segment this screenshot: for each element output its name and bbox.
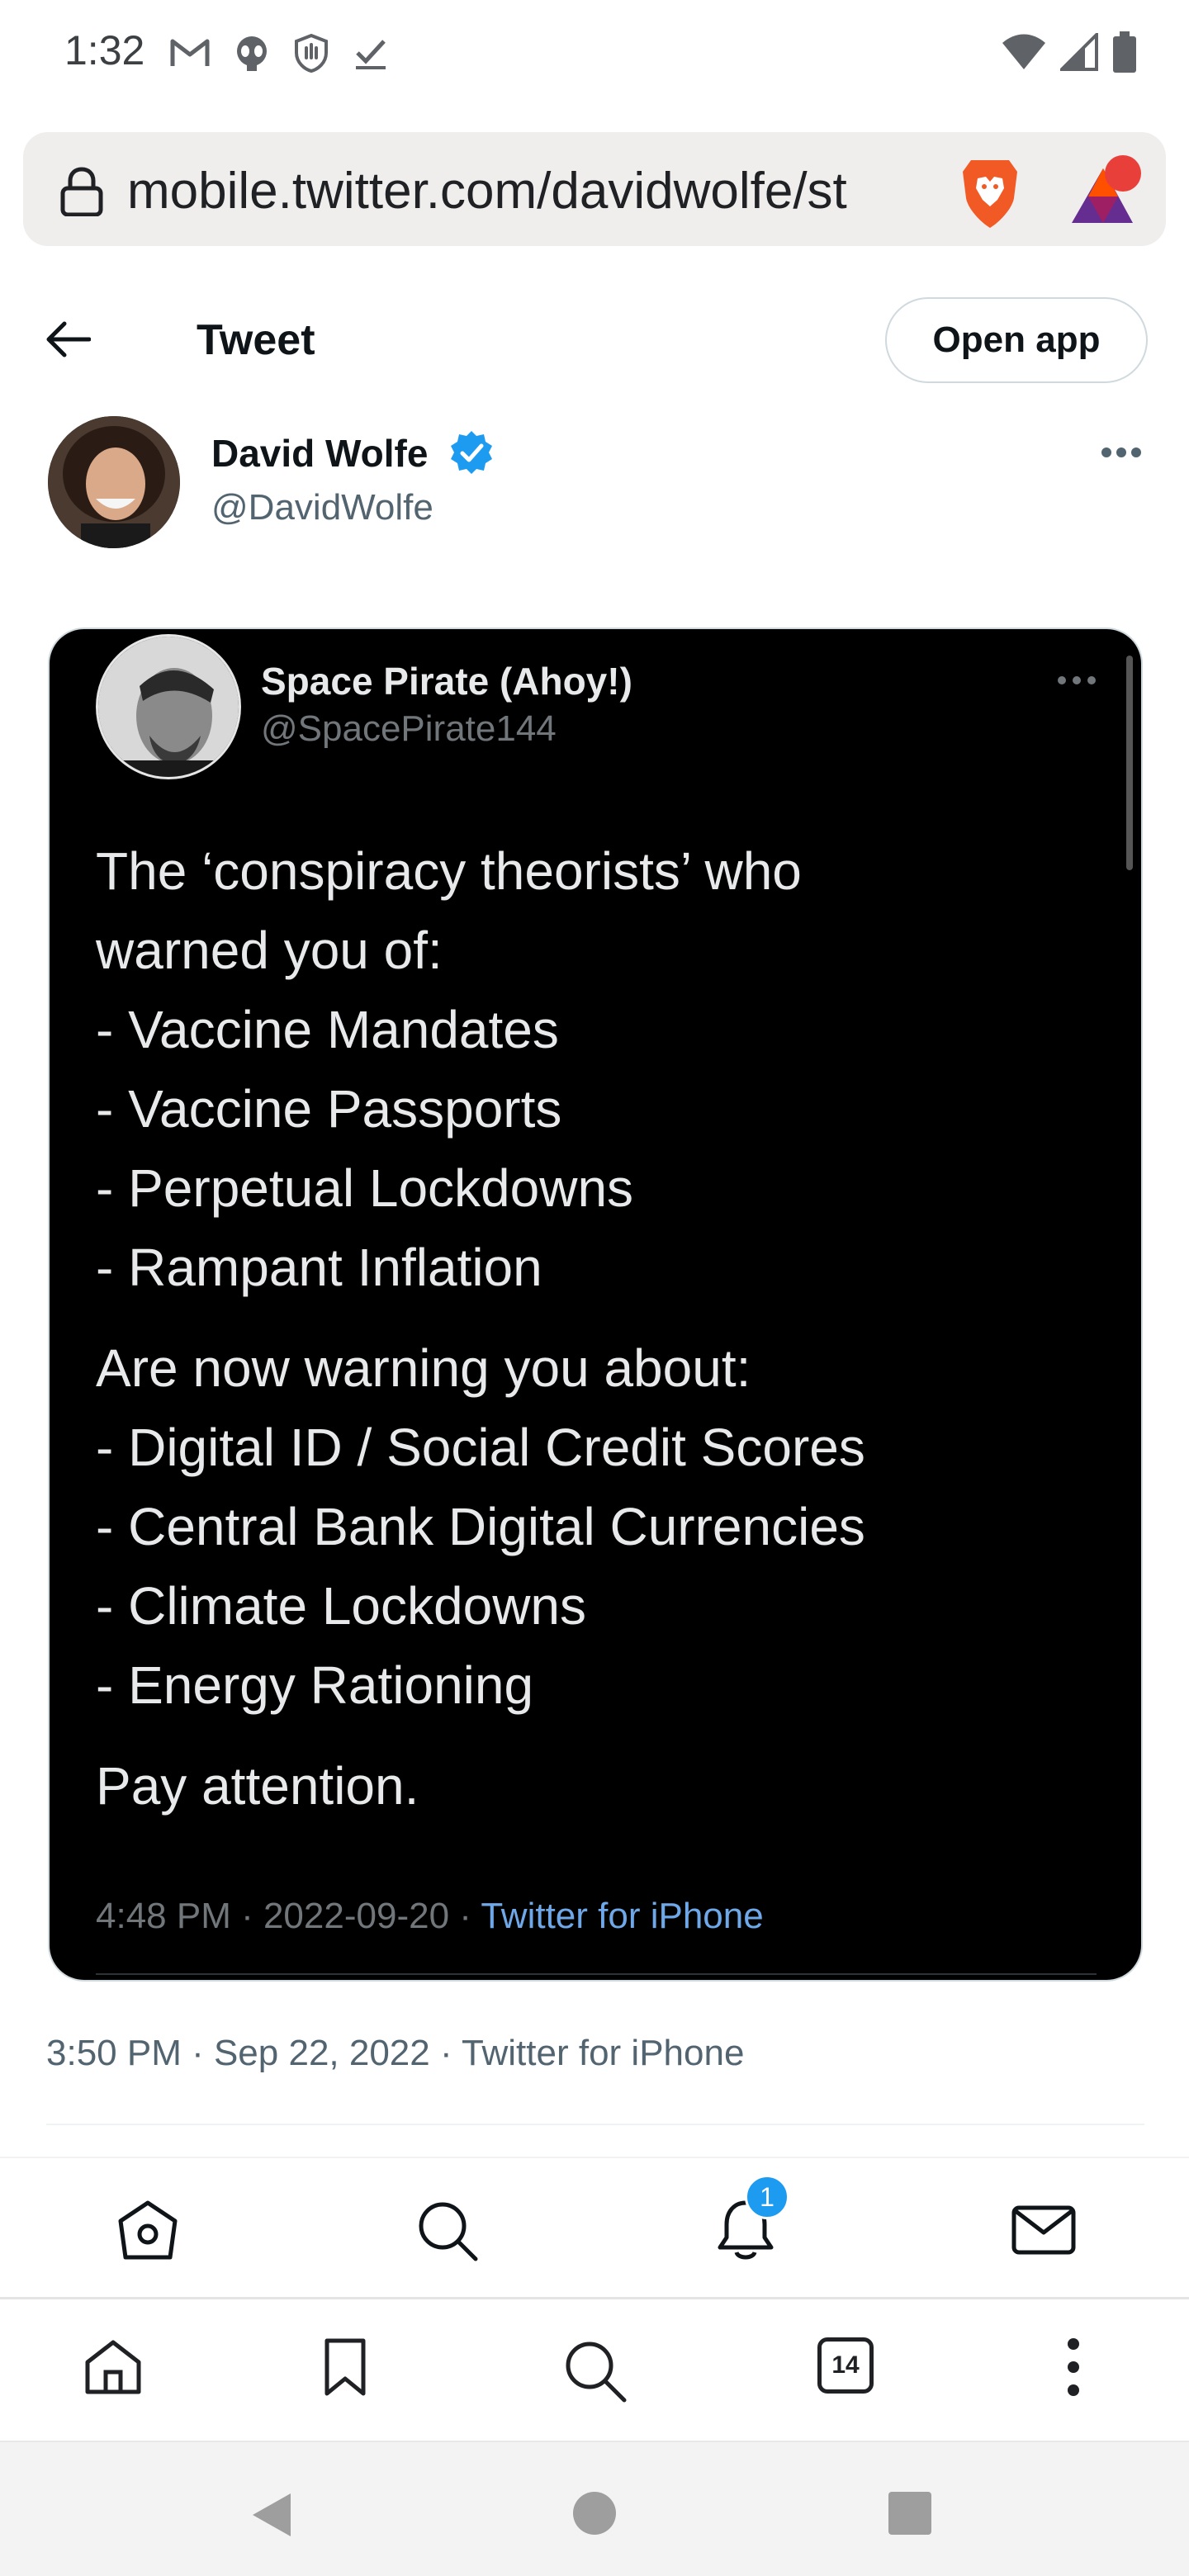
tweet-text-line: - Energy Rationing [96,1655,534,1715]
signal-icon [1060,33,1098,71]
tweet-text-line: - Vaccine Mandates [96,1000,559,1059]
divider [46,2124,1144,2125]
status-bar: 1:32 [0,0,1189,107]
address-bar[interactable]: mobile.twitter.com/davidwolfe/st [23,132,1166,246]
tweet-text-line: - Digital ID / Social Credit Scores [96,1418,865,1477]
author-name[interactable]: David Wolfe [211,431,428,476]
embedded-scrollbar [1126,656,1133,870]
tweet-text-line: warned you of: [96,921,443,980]
tab-switcher-button[interactable]: 14 [817,2337,874,2394]
menu-icon[interactable] [1065,2337,1082,2397]
embedded-source: Twitter for iPhone [481,1896,764,1936]
home-button-icon[interactable] [571,2490,618,2536]
tweet-header: Tweet Open app [0,272,1189,405]
brave-rewards-icon[interactable] [1065,152,1144,231]
open-app-button[interactable]: Open app [885,297,1148,383]
tweet-text-line: - Central Bank Digital Currencies [96,1497,865,1556]
tweet-text-line: Are now warning you about: [96,1338,751,1398]
tweet-text-line: - Climate Lockdowns [96,1576,586,1636]
tweet-text-line: - Perpetual Lockdowns [96,1158,634,1218]
home-icon[interactable] [116,2198,180,2262]
url-text[interactable]: mobile.twitter.com/davidwolfe/st [127,162,936,220]
embedded-author-name: Space Pirate (Ahoy!) [261,660,632,703]
author-avatar[interactable] [48,416,180,548]
back-arrow-icon[interactable] [45,319,91,360]
brave-shield-icon[interactable] [955,155,1026,230]
gmail-icon [170,39,210,66]
tweet-text-line: Pay attention. [96,1756,419,1816]
browser-home-icon[interactable] [83,2337,144,2397]
embedded-time: 4:48 PM · 2022-09-20 · [96,1896,481,1936]
embedded-more-icon [1058,676,1096,684]
back-icon[interactable] [248,2490,297,2540]
battery-icon [1113,31,1136,73]
wifi-icon [1002,34,1045,69]
browser-toolbar: 14 [0,2297,1189,2437]
recents-icon[interactable] [887,2490,933,2536]
android-nav-bar [0,2441,1189,2576]
embedded-avatar [96,634,241,779]
check-icon [356,40,386,69]
tweet-text-line: - Vaccine Passports [96,1079,562,1139]
embedded-author-handle: @SpacePirate144 [261,708,557,749]
lock-icon [60,167,103,216]
messages-icon[interactable] [1011,2198,1077,2262]
notification-icons [169,33,389,73]
notification-badge: 1 [745,2175,789,2219]
tweet-text-line: - Rampant Inflation [96,1238,542,1297]
tweet-text-line: The ‘conspiracy theorists’ who [96,841,802,901]
author-handle[interactable]: @DavidWolfe [211,487,433,528]
alien-icon [237,36,267,71]
status-time: 1:32 [64,27,145,73]
twitter-bottom-nav: 1 [0,2157,1189,2297]
more-options-icon[interactable] [1100,446,1143,459]
page-title: Tweet [197,316,315,364]
verified-badge-icon [451,431,492,474]
system-icons [1001,31,1138,73]
embedded-timestamp: 4:48 PM · 2022-09-20 · Twitter for iPhon… [96,1896,764,1937]
shield-hand-icon [295,33,328,73]
tweet-image[interactable]: Space Pirate (Ahoy!) @SpacePirate144 The… [48,627,1143,1982]
explore-icon[interactable] [414,2198,479,2262]
embedded-divider [96,1973,1097,1975]
bookmark-icon[interactable] [322,2337,368,2397]
browser-search-icon[interactable] [561,2337,628,2403]
tweet-timestamp[interactable]: 3:50 PM · Sep 22, 2022 · Twitter for iPh… [46,2033,744,2074]
